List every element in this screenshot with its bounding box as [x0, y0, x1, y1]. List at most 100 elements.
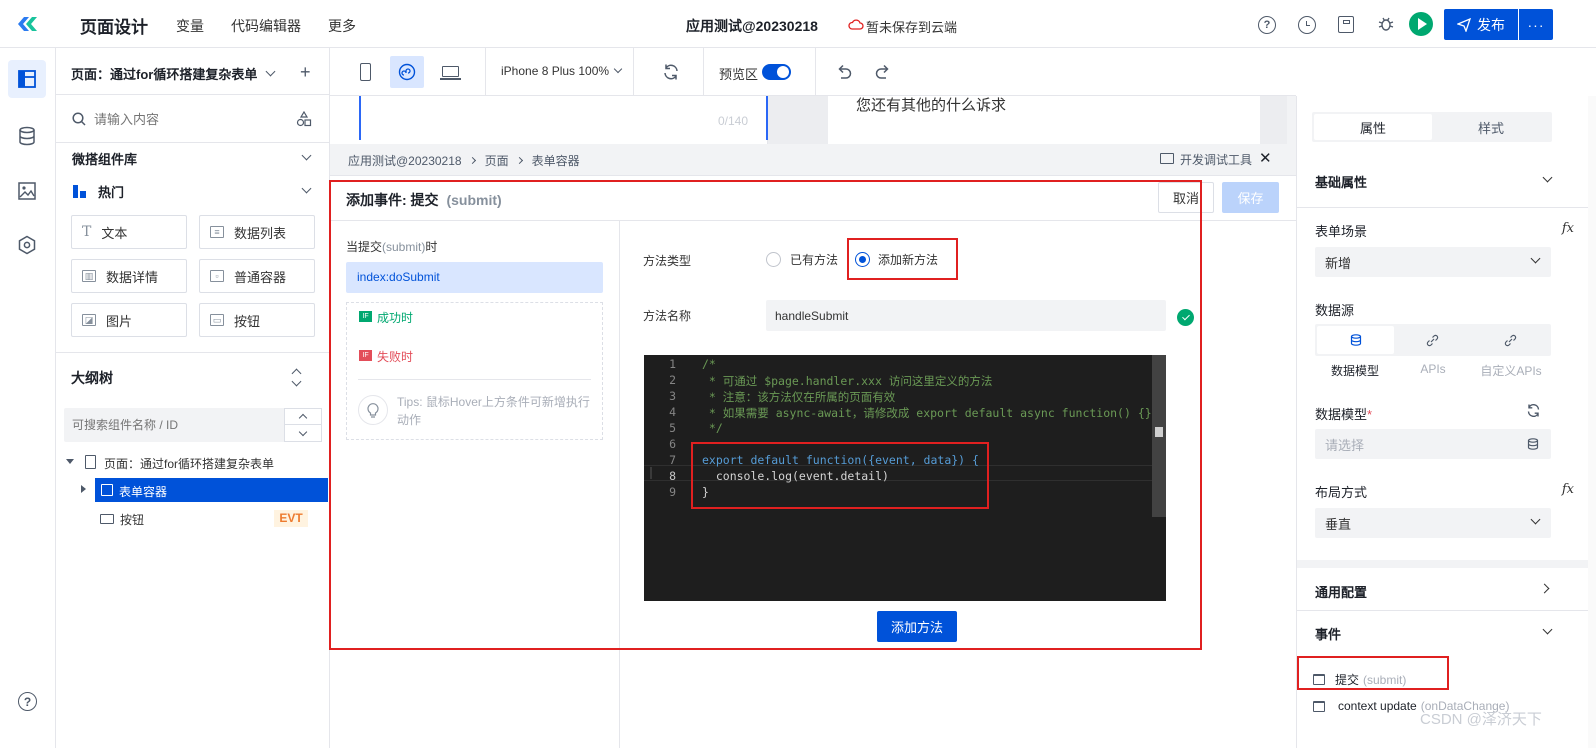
ds-tab-model[interactable] [1317, 326, 1395, 354]
properties-panel: 属性 样式 基础属性 表单场景 fx 新增 数据源 数据模型 APIs 自定义A… [1296, 96, 1596, 748]
tab-props[interactable]: 属性 [1314, 114, 1432, 140]
outline-search-input[interactable] [72, 416, 272, 434]
nav-code-editor[interactable]: 代码编辑器 [231, 16, 301, 36]
app-name: 应用测试@20230218 [686, 18, 818, 34]
data-model-select[interactable]: 请选择 [1315, 429, 1551, 459]
tree-node-page[interactable]: 页面：通过for循环搭建复杂表单 [104, 455, 274, 472]
publish-more-button[interactable]: ··· [1519, 9, 1553, 40]
component-data-detail[interactable]: ▥ 数据详情 [71, 259, 187, 293]
ds-tab-apis[interactable] [1394, 326, 1471, 354]
component-search-input[interactable] [94, 108, 274, 130]
undo-icon[interactable] [835, 63, 853, 81]
search-icon [72, 112, 86, 126]
library-chevron-icon[interactable] [301, 150, 312, 161]
ds-label-model[interactable]: 数据模型 [1315, 362, 1395, 379]
events-title[interactable]: 事件 [1315, 624, 1341, 643]
basic-props-title[interactable]: 基础属性 [1315, 172, 1367, 191]
component-text[interactable]: T 文本 [71, 215, 187, 249]
form-container-icon [101, 484, 113, 496]
form-scene-label: 表单场景 [1315, 224, 1368, 239]
tree-node-form[interactable]: 表单容器 [119, 483, 167, 500]
miniprogram-view-button[interactable] [390, 56, 424, 88]
ds-label-custom-apis[interactable]: 自定义APIs [1471, 362, 1551, 379]
general-config-title[interactable]: 通用配置 [1315, 582, 1367, 601]
help-icon[interactable]: ? [1258, 16, 1276, 34]
debug-icon[interactable] [1377, 15, 1395, 33]
device-select[interactable]: iPhone 8 Plus 100% [501, 64, 623, 78]
save-status: 暂未保存到云端 [866, 20, 958, 35]
breadcrumb-page[interactable]: 页面 [485, 152, 509, 169]
history-icon[interactable] [1298, 16, 1316, 34]
layout-label: 布局方式 [1315, 485, 1368, 500]
component-label: 数据列表 [234, 225, 287, 241]
chevron-down-icon [1530, 514, 1541, 525]
component-label: 按钮 [234, 313, 261, 329]
layout-select[interactable]: 垂直 [1315, 508, 1551, 538]
tree-expand-caret-icon[interactable] [66, 459, 74, 464]
top-bar: 页面设计 变量 代码编辑器 更多 应用测试@20230218 暂未保存到云端 ?… [0, 0, 1596, 48]
events-chevron-icon[interactable] [1542, 624, 1553, 635]
outline-stepper[interactable] [284, 408, 322, 442]
question-text: 您还有其他的什么诉求 [856, 97, 1007, 114]
tree-collapse-caret-icon[interactable] [81, 485, 86, 493]
rail-item-pages[interactable] [8, 60, 46, 98]
refresh-icon[interactable] [662, 63, 680, 81]
shapes-icon[interactable] [296, 110, 312, 127]
component-container[interactable]: ▫ 普通容器 [199, 259, 315, 293]
component-data-list[interactable]: ≡ 数据列表 [199, 215, 315, 249]
watermark: CSDN @泽济天下 [1420, 711, 1542, 728]
redo-icon[interactable] [874, 63, 892, 81]
send-icon [1457, 17, 1471, 32]
run-preview-icon[interactable] [1409, 12, 1433, 36]
ds-label-apis[interactable]: APIs [1393, 362, 1473, 376]
props-tabs: 属性 样式 [1312, 112, 1552, 142]
tree-node-button[interactable]: 按钮 [120, 511, 144, 528]
hot-title[interactable]: 热门 [98, 182, 124, 201]
link-icon [1504, 334, 1516, 346]
database-icon [1527, 438, 1539, 450]
dev-tools-label[interactable]: 开发调试工具 [1180, 151, 1252, 168]
add-page-icon[interactable]: + [300, 62, 311, 83]
fx-icon[interactable]: fx [1562, 482, 1574, 497]
fx-icon[interactable]: fx [1562, 221, 1574, 236]
divider [485, 48, 486, 96]
nav-more[interactable]: 更多 [328, 16, 356, 36]
save-button[interactable]: 保存 [1222, 182, 1279, 213]
app-logo-icon[interactable] [16, 14, 38, 34]
settings-hex-icon[interactable] [17, 235, 37, 255]
form-scene-select[interactable]: 新增 [1315, 247, 1551, 277]
component-image[interactable]: ◪ 图片 [71, 303, 187, 337]
close-icon[interactable]: ✕ [1259, 149, 1272, 167]
library-title[interactable]: 微搭组件库 [72, 149, 137, 168]
preview-scrollbar[interactable] [1287, 96, 1296, 144]
database-icon[interactable] [17, 126, 37, 146]
publish-button[interactable]: 发布 [1444, 9, 1518, 40]
breadcrumb-app[interactable]: 应用测试@20230218 [348, 152, 462, 169]
general-config-chevron-icon[interactable] [1539, 583, 1550, 594]
miniprogram-icon [398, 63, 416, 81]
tab-style[interactable]: 样式 [1432, 114, 1550, 140]
mobile-view-icon[interactable] [360, 63, 371, 81]
highlight-submit-event [1297, 656, 1449, 690]
panel-scrollbar[interactable] [1588, 96, 1596, 748]
left-panel: 页面：通过for循环搭建复杂表单 + 微搭组件库 热门 T 文本 ≡ 数据列表 … [56, 48, 330, 748]
page-selector[interactable]: 页面：通过for循环搭建复杂表单 [71, 64, 276, 83]
preview-toggle[interactable] [762, 64, 791, 80]
reload-icon[interactable] [1526, 403, 1541, 418]
cloud-icon [848, 18, 864, 30]
desktop-view-icon[interactable] [442, 66, 459, 77]
layout-value: 垂直 [1325, 516, 1352, 532]
canvas-toolbar: iPhone 8 Plus 100% 预览区 [330, 48, 1296, 96]
highlight-new-method [847, 238, 958, 280]
hot-chevron-icon[interactable] [301, 183, 312, 194]
ds-tab-custom-apis[interactable] [1472, 326, 1549, 354]
image-icon[interactable] [17, 181, 37, 201]
help-circle-icon[interactable]: ? [18, 692, 37, 711]
basic-props-chevron-icon[interactable] [1542, 172, 1553, 183]
breadcrumb-form[interactable]: 表单容器 [532, 152, 580, 169]
event-context-label: context update [1338, 699, 1417, 713]
expand-collapse-icon[interactable] [291, 368, 302, 387]
nav-variables[interactable]: 变量 [176, 16, 204, 36]
save-icon[interactable] [1338, 16, 1354, 33]
component-button[interactable]: ▭ 按钮 [199, 303, 315, 337]
